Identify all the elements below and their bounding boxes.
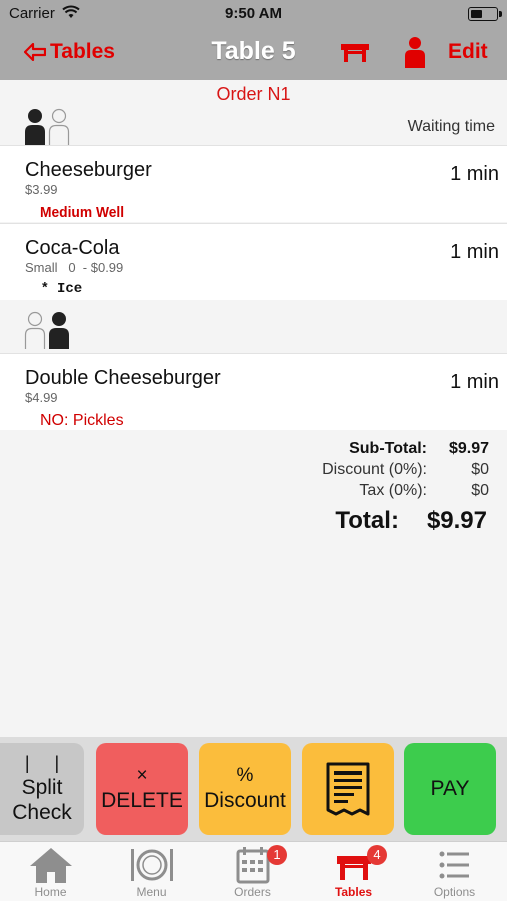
discount-value: $0: [471, 461, 489, 478]
totals-summary: Sub-Total: $9.97 Discount (0%): $0 Tax (0%…: [229, 440, 489, 503]
split-check-button[interactable]: | | Split Check: [0, 743, 84, 835]
order-item[interactable]: Cheeseburger $3.99 1 min Medium Well: [0, 145, 507, 222]
status-bar: Carrier 9:50 AM: [0, 0, 507, 28]
order-item[interactable]: Double Cheeseburger $4.99 1 min NO: Pick…: [0, 353, 507, 430]
back-label: Tables: [50, 40, 115, 63]
tax-value: $0: [471, 482, 489, 499]
tab-options[interactable]: Options: [404, 842, 505, 901]
guest-outline-icon: [48, 108, 70, 146]
waiting-time-header: Waiting time: [407, 118, 495, 135]
subtotal-label: Sub-Total:: [349, 440, 427, 457]
print-receipt-button[interactable]: [302, 743, 394, 835]
pay-label: PAY: [430, 777, 470, 801]
edit-button[interactable]: Edit: [448, 40, 488, 64]
back-arrow-icon: [24, 43, 46, 61]
battery-icon: [468, 7, 502, 21]
clock-label: 9:50 AM: [225, 5, 282, 22]
discount-button[interactable]: % Discount: [199, 743, 291, 835]
split-label-line2: Check: [12, 800, 72, 824]
tables-badge: 4: [367, 845, 387, 865]
discount-button-label: Discount: [204, 788, 286, 812]
delete-label: DELETE: [101, 788, 183, 812]
modifier-bullet: *: [40, 281, 49, 297]
tab-tables[interactable]: 4 Tables: [303, 842, 404, 901]
orders-badge: 1: [267, 845, 287, 865]
subtotal-value: $9.97: [448, 440, 489, 457]
page-title: Table 5: [211, 37, 296, 65]
item-price: $3.99: [25, 182, 58, 197]
tab-label: Home: [34, 885, 67, 899]
navigation-bar: Tables Table 5 Edit: [0, 28, 507, 80]
action-bar: | | Split Check × DELETE % Discount PAY: [0, 737, 507, 841]
discount-label: Discount (0%):: [322, 461, 427, 478]
item-price: Small 0 - $0.99: [25, 260, 124, 275]
table-icon-button[interactable]: [340, 42, 370, 69]
pay-button[interactable]: PAY: [404, 743, 496, 835]
split-label-line1: Split: [21, 775, 63, 799]
item-name: Coca-Cola: [25, 237, 120, 259]
total-label: Total:: [335, 507, 399, 534]
seat-2-row[interactable]: [0, 303, 507, 349]
order-item[interactable]: Coca-Cola Small 0 - $0.99 1 min * Ice: [0, 223, 507, 300]
guest-outline-icon: [24, 311, 46, 349]
total-value: $9.97: [426, 507, 487, 534]
item-modifier: NO: Pickles: [40, 412, 124, 429]
tab-bar: Home Menu 1 Orders 4 Tables Options: [0, 841, 507, 901]
item-modifier: Ice: [57, 281, 83, 297]
guest-filled-icon: [25, 109, 45, 146]
split-icon: | |: [24, 753, 70, 774]
item-name: Double Cheeseburger: [25, 367, 221, 389]
item-wait-time: 1 min: [450, 371, 499, 393]
plate-cutlery-icon: [130, 849, 173, 881]
item-wait-time: 1 min: [450, 163, 499, 185]
item-modifier: Medium Well: [40, 204, 125, 221]
close-icon: ×: [136, 765, 148, 786]
list-icon: [439, 851, 469, 879]
percent-icon: %: [236, 765, 254, 786]
tab-orders[interactable]: 1 Orders: [202, 842, 303, 901]
guest-icon-button[interactable]: [404, 36, 426, 73]
home-icon: [29, 848, 72, 883]
back-to-tables-button[interactable]: Tables: [24, 40, 115, 64]
tab-label: Tables: [334, 885, 373, 899]
delete-button[interactable]: × DELETE: [96, 743, 188, 835]
item-price: $4.99: [25, 390, 58, 405]
guest-filled-icon: [49, 312, 69, 349]
tab-label: Options: [433, 885, 476, 899]
tab-menu[interactable]: Menu: [101, 842, 202, 901]
grand-total: Total: $9.97: [335, 507, 487, 535]
tab-label: Orders: [234, 885, 271, 899]
receipt-icon: [326, 762, 370, 816]
item-wait-time: 1 min: [450, 241, 499, 263]
item-name: Cheeseburger: [25, 159, 152, 181]
tax-label: Tax (0%):: [359, 482, 427, 499]
tab-label: Menu: [136, 885, 167, 899]
tab-home[interactable]: Home: [0, 842, 101, 901]
